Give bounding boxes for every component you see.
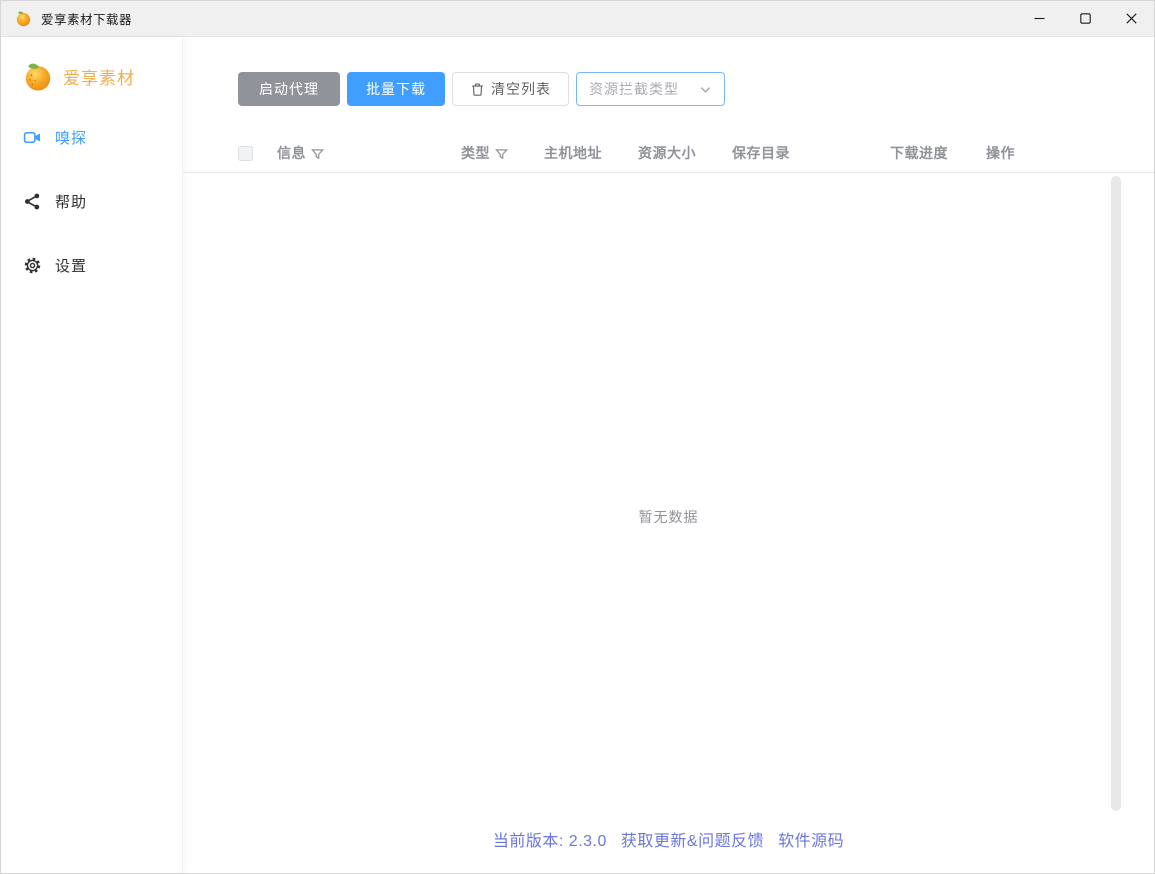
table-body: 暂无数据 (183, 173, 1154, 821)
sidebar: 爱享素材 嗅探 帮助 (1, 37, 183, 873)
column-header-info: 信息 (277, 143, 461, 163)
sidebar-item-label: 嗅探 (55, 127, 87, 148)
sidebar-item-settings[interactable]: 设置 (23, 253, 182, 277)
update-feedback-link[interactable]: 获取更新&问题反馈 (621, 827, 764, 851)
close-button[interactable] (1108, 1, 1154, 36)
footer: 当前版本: 2.3.0 获取更新&问题反馈 软件源码 (183, 821, 1154, 873)
column-header-progress: 下载进度 (890, 143, 986, 163)
maximize-button[interactable] (1062, 1, 1108, 36)
select-all-checkbox[interactable] (238, 146, 253, 161)
column-header-actions: 操作 (986, 143, 1154, 163)
clear-list-button[interactable]: 清空列表 (452, 72, 569, 106)
resource-type-select[interactable]: 资源拦截类型 (576, 72, 725, 106)
minimize-button[interactable] (1016, 1, 1062, 36)
window-controls (1016, 1, 1154, 36)
source-code-link[interactable]: 软件源码 (778, 827, 844, 851)
vertical-scrollbar[interactable] (1111, 176, 1121, 811)
empty-state-text: 暂无数据 (639, 467, 699, 527)
app-body: 爱享素材 嗅探 帮助 (1, 37, 1154, 873)
column-header-host: 主机地址 (544, 143, 638, 163)
logo-text: 爱享素材 (63, 64, 135, 89)
main-panel: 启动代理 批量下载 清空列表 资源拦截类型 (183, 37, 1154, 873)
window-title: 爱享素材下载器 (41, 9, 132, 28)
column-header-save-dir: 保存目录 (732, 143, 890, 163)
version-label: 当前版本: 2.3.0 (493, 827, 607, 851)
app-window: 爱享素材下载器 (0, 0, 1155, 874)
filter-icon[interactable] (311, 148, 324, 161)
sidebar-item-label: 帮助 (55, 191, 87, 212)
trash-icon (470, 82, 485, 97)
column-header-type: 类型 (461, 143, 544, 163)
column-header-size: 资源大小 (638, 143, 732, 163)
filter-icon[interactable] (495, 148, 508, 161)
share-icon (23, 192, 42, 211)
chevron-down-icon (699, 83, 712, 96)
app-logo-icon (15, 10, 32, 27)
orange-fruit-icon (23, 61, 53, 91)
sidebar-item-sniff[interactable]: 嗅探 (23, 125, 182, 149)
toolbar: 启动代理 批量下载 清空列表 资源拦截类型 (238, 72, 1154, 106)
start-proxy-button[interactable]: 启动代理 (238, 72, 340, 106)
sidebar-logo: 爱享素材 (23, 59, 182, 93)
sidebar-item-help[interactable]: 帮助 (23, 189, 182, 213)
batch-download-button[interactable]: 批量下载 (347, 72, 445, 106)
titlebar: 爱享素材下载器 (1, 1, 1154, 37)
sidebar-nav: 嗅探 帮助 设置 (23, 125, 182, 277)
sidebar-item-label: 设置 (55, 255, 87, 276)
video-camera-icon (23, 128, 42, 147)
gear-icon (23, 256, 42, 275)
table-header: 信息 类型 主机地址 资源大小 保存 (183, 134, 1154, 173)
select-placeholder: 资源拦截类型 (589, 79, 679, 99)
